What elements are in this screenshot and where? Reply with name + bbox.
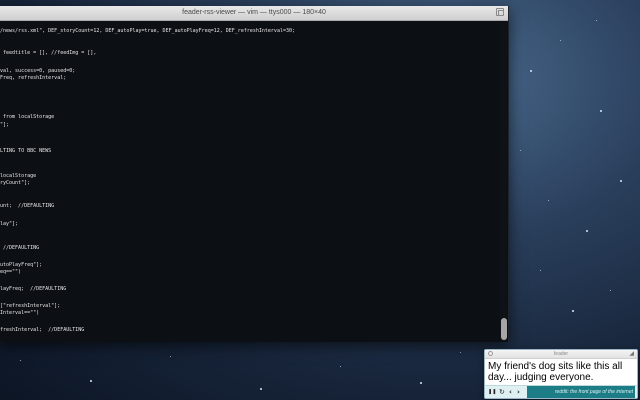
code-line: //DEFAULTING <box>0 245 40 251</box>
code-line: lay"]; <box>0 221 19 227</box>
star <box>560 40 561 41</box>
star <box>260 388 262 390</box>
refresh-button[interactable]: ↻ <box>499 387 505 397</box>
star <box>90 380 92 382</box>
resize-grip-icon[interactable]: ◢ <box>629 350 634 358</box>
code-line: layFreq; //DEFAULTING <box>0 286 67 292</box>
terminal-window[interactable]: feader-rss-viewer — vim — ttys000 — 180×… <box>0 6 509 342</box>
star <box>420 382 422 384</box>
code-line: "]; <box>0 122 10 128</box>
code-line: utoPlayFreq"]; <box>0 262 43 268</box>
terminal-title: feader-rss-viewer — vim — ttys000 — 180×… <box>182 9 326 16</box>
star <box>170 356 171 357</box>
fullscreen-icon[interactable] <box>496 8 504 16</box>
code-line: from localStorage <box>0 114 55 120</box>
code-line: Freq, refreshInterval; <box>0 75 67 81</box>
star <box>340 366 341 367</box>
star <box>610 290 611 291</box>
code-line: ryCount"]; <box>0 180 31 186</box>
feeder-widget[interactable]: feader ◢ My friend's dog sits like this … <box>484 349 638 399</box>
code-line: localStorage <box>0 173 37 179</box>
code-line: freshInterval; //DEFAULTING <box>0 327 85 333</box>
terminal-scrollbar[interactable] <box>500 22 507 340</box>
code-line: feedtitle = [], //feedImg = [], <box>0 50 97 56</box>
close-icon[interactable] <box>488 351 493 356</box>
star <box>530 70 532 72</box>
code-line: unt; //DEFAULTING <box>0 203 55 209</box>
prev-button[interactable]: ‹ <box>509 387 512 397</box>
pause-button[interactable]: ❚❚ <box>488 387 496 397</box>
code-line: LTING TO BBC NEWS <box>0 148 52 154</box>
headline-link[interactable]: My friend's dog sits like this all day..… <box>485 359 637 384</box>
code-line: Interval=="") <box>0 310 40 316</box>
feeder-controls: ❚❚ ↻ ‹ › reddit: the front page of the i… <box>485 385 637 398</box>
star <box>540 270 541 271</box>
star <box>520 150 521 151</box>
next-button[interactable]: › <box>517 387 520 397</box>
scrollbar-thumb[interactable] <box>501 318 507 340</box>
star <box>596 20 597 21</box>
star <box>460 352 461 353</box>
star <box>620 180 622 182</box>
star <box>600 110 602 112</box>
code-line: eq=="") <box>0 269 22 275</box>
code-line: ["refreshInterval"]; <box>0 303 61 309</box>
star <box>586 230 588 232</box>
star <box>548 200 549 201</box>
code-line: val, success=0, paused=0; <box>0 68 76 74</box>
terminal-content[interactable]: /news/rss.xml", DEF_storyCount=12, DEF_a… <box>0 22 498 342</box>
terminal-titlebar[interactable]: feader-rss-viewer — vim — ttys000 — 180×… <box>0 6 508 21</box>
feeder-titlebar[interactable]: feader ◢ <box>485 350 637 359</box>
source-label[interactable]: reddit: the front page of the internet <box>527 386 635 398</box>
star <box>572 310 574 312</box>
feeder-window-title: feader <box>553 351 569 357</box>
star <box>20 360 21 361</box>
code-line: /news/rss.xml", DEF_storyCount=12, DEF_a… <box>0 28 296 34</box>
